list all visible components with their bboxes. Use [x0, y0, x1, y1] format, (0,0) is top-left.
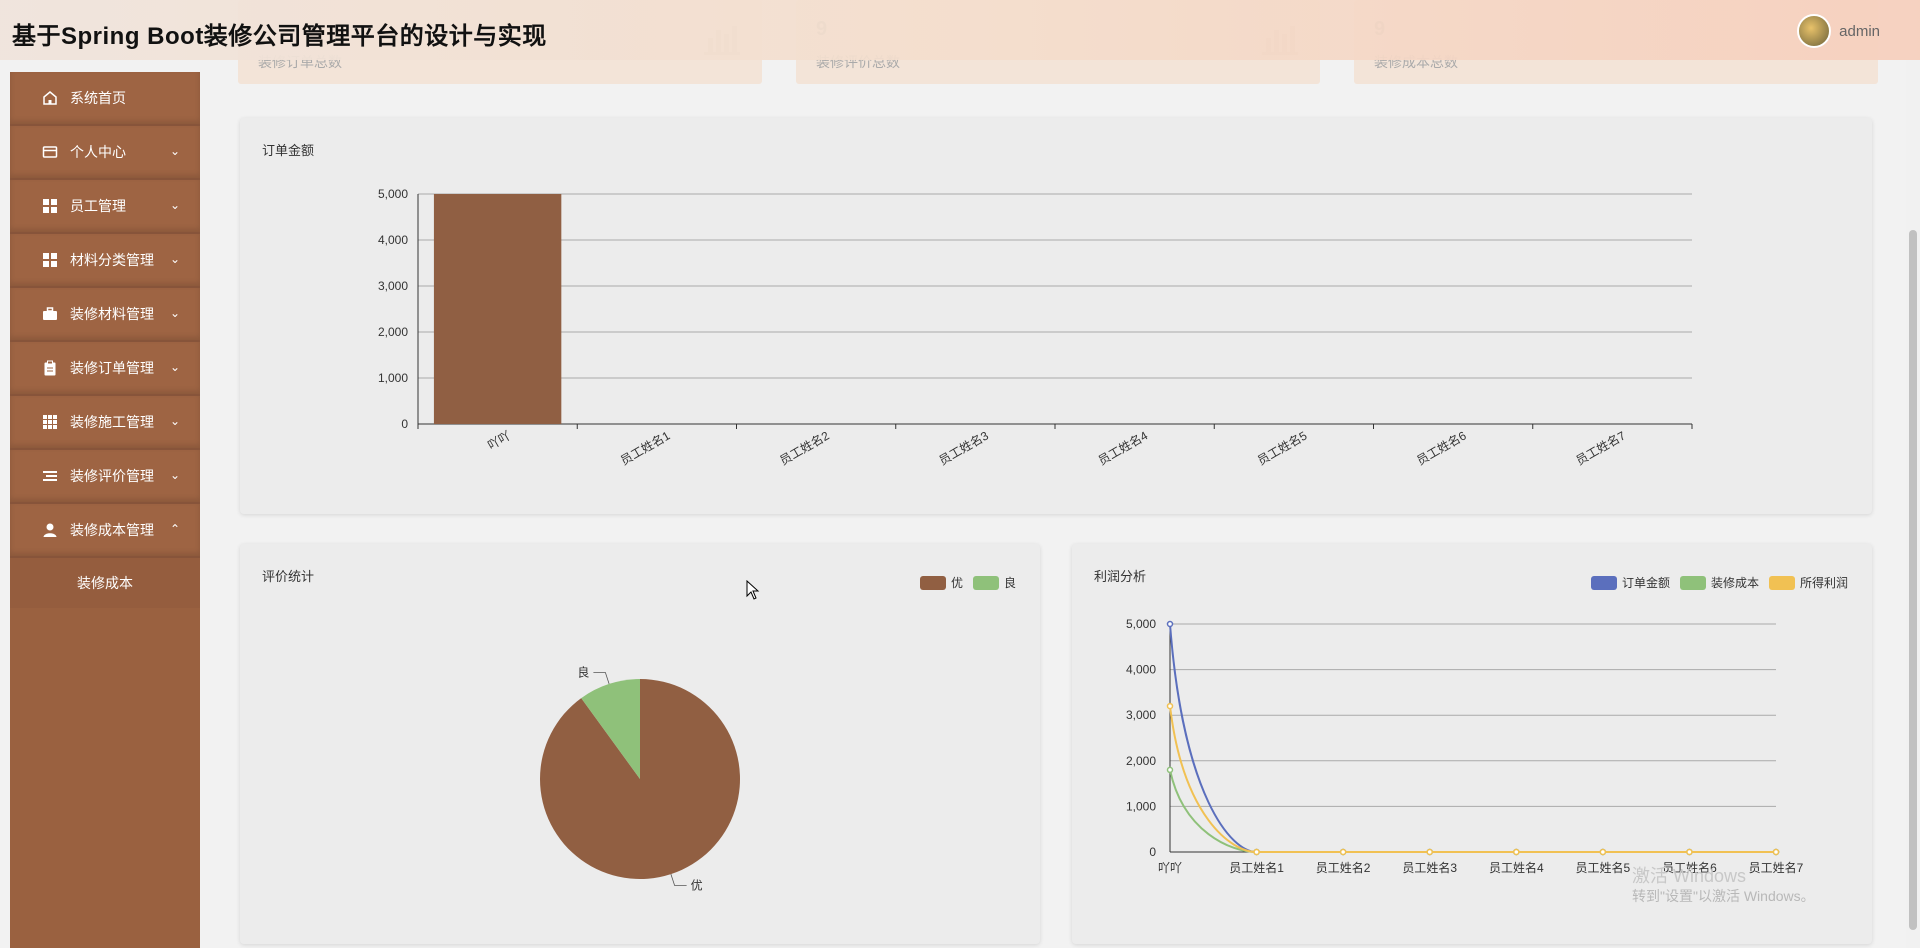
list-icon: [42, 468, 58, 484]
chevron-down-icon: ⌄: [169, 306, 180, 320]
profit-line-chart: 0 1,000 2,000 3,000 4,000 5,000 吖吖 员工姓名1 员工姓名2 员工…: [1126, 617, 1804, 875]
x-tick-label: 员工姓名7: [1573, 427, 1628, 467]
sidebar-item-label: 装修评价管理: [70, 468, 154, 484]
sidebar-item-staff[interactable]: 员工管理 ⌄: [10, 180, 200, 234]
x-tick-label: 员工姓名3: [1402, 860, 1457, 875]
avatar[interactable]: [1797, 14, 1832, 48]
user-icon: [42, 522, 58, 538]
grid-icon: [42, 252, 58, 268]
sidebar-item-material-category[interactable]: 材料分类管理 ⌄: [10, 234, 200, 288]
sidebar-item-reviews[interactable]: 装修评价管理 ⌄: [10, 450, 200, 504]
sidebar-item-orders[interactable]: 装修订单管理 ⌄: [10, 342, 200, 396]
pie-label: 良: [577, 664, 589, 679]
pie-label: 优: [691, 879, 703, 893]
order-amount-chart: 0 1,000 2,000 3,000 4,000 5,000 吖吖 员工姓名1 员工姓名2 员工…: [378, 187, 1693, 468]
y-tick-label: 1,000: [1126, 799, 1156, 813]
series-line: [1169, 705, 1776, 853]
chevron-down-icon: ⌄: [169, 360, 180, 374]
windows-activation-hint: 转到"设置"以激活 Windows。: [1632, 888, 1815, 904]
y-tick-label: 2,000: [1126, 754, 1156, 768]
bar: [433, 194, 562, 424]
y-tick-label: 5,000: [1126, 617, 1156, 631]
grid-icon: [42, 198, 58, 214]
sidebar-item-label: 员工管理: [70, 198, 126, 214]
y-tick-label: 1,000: [378, 371, 408, 385]
scroll-thumb[interactable]: [1909, 230, 1917, 930]
data-point: [1772, 848, 1780, 856]
order-amount-panel: 订单金额 0 1,000 2,000 3,000 4,000 5,000 吖吖 员工姓名1 员工…: [240, 118, 1872, 514]
y-tick-label: 0: [1149, 845, 1156, 859]
sidebar: 系统首页 个人中心 ⌄ 员工管理 ⌄ 材料分类管理 ⌄ 装修材料管理 ⌄ 装修订…: [10, 72, 200, 948]
sidebar-subitem-cost[interactable]: 装修成本: [10, 558, 200, 608]
sidebar-item-construction[interactable]: 装修施工管理 ⌄: [10, 396, 200, 450]
sidebar-item-label: 装修订单管理: [70, 360, 154, 376]
clipboard-icon: [42, 360, 58, 376]
series-line: [1169, 623, 1776, 853]
data-point: [1339, 848, 1347, 856]
chevron-down-icon: ⌄: [169, 252, 180, 266]
sidebar-item-label: 材料分类管理: [70, 252, 154, 268]
x-tick-label: 员工姓名5: [1255, 427, 1310, 467]
series-line: [1169, 769, 1776, 853]
user-name[interactable]: admin: [1839, 23, 1880, 40]
y-tick-label: 4,000: [1126, 663, 1156, 677]
data-point: [1166, 620, 1174, 628]
x-tick-label: 员工姓名2: [1316, 860, 1371, 875]
app-title: 基于Spring Boot装修公司管理平台的设计与实现: [12, 23, 547, 50]
mouse-cursor-icon: [746, 580, 760, 600]
data-point: [1426, 848, 1433, 856]
y-tick-label: 3,000: [378, 279, 408, 293]
sidebar-item-costs[interactable]: 装修成本管理 ⌃: [10, 504, 200, 558]
chevron-down-icon: ⌄: [169, 414, 180, 428]
chevron-down-icon: ⌄: [169, 468, 180, 482]
windows-activation-watermark: 激活 Windows: [1632, 866, 1747, 886]
y-tick-label: 0: [401, 417, 408, 431]
sidebar-item-profile[interactable]: 个人中心 ⌄: [10, 126, 200, 180]
scrollbar[interactable]: [1906, 60, 1920, 948]
data-point: [1253, 848, 1260, 856]
y-tick-label: 3,000: [1126, 708, 1156, 722]
y-tick-label: 2,000: [378, 325, 408, 339]
top-header: 基于Spring Boot装修公司管理平台的设计与实现 admin: [0, 0, 1920, 60]
profit-panel: 利润分析 订单金额 装修成本 所得利润 0 1,000 2,000 3,000 4,000 5…: [1072, 544, 1872, 944]
x-tick-label: 员工姓名7: [1749, 860, 1804, 875]
sidebar-item-label: 装修施工管理: [70, 414, 154, 430]
x-tick-label: 员工姓名1: [1229, 860, 1284, 875]
apps-icon: [42, 414, 58, 430]
briefcase-icon: [42, 306, 58, 322]
x-tick-label: 员工姓名5: [1576, 860, 1631, 875]
y-tick-label: 5,000: [378, 187, 408, 201]
home-icon: [42, 90, 58, 106]
chevron-up-icon: ⌃: [169, 522, 180, 536]
sidebar-item-home[interactable]: 系统首页: [10, 72, 200, 126]
sidebar-item-label: 装修成本管理: [70, 522, 154, 538]
sidebar-item-label: 装修材料管理: [70, 306, 154, 322]
x-tick-label: 员工姓名1: [618, 427, 673, 467]
data-point: [1599, 848, 1607, 856]
data-point: [1513, 848, 1520, 856]
x-tick-label: 员工姓名3: [936, 427, 991, 467]
data-point: [1166, 766, 1174, 774]
x-tick-label: 吖吖: [485, 428, 513, 452]
y-tick-label: 4,000: [378, 233, 408, 247]
x-tick-label: 吖吖: [1158, 861, 1182, 875]
x-tick-label: 员工姓名6: [1414, 427, 1469, 467]
sidebar-item-materials[interactable]: 装修材料管理 ⌄: [10, 288, 200, 342]
x-tick-label: 员工姓名4: [1489, 860, 1544, 875]
rating-panel: 评价统计 优良 优良: [240, 544, 1040, 944]
data-point: [1166, 702, 1174, 710]
user-menu[interactable]: admin: [1797, 14, 1880, 48]
x-tick-label: 员工姓名2: [777, 427, 832, 467]
pie-label-line: [593, 672, 610, 685]
sidebar-item-label: 系统首页: [70, 90, 126, 106]
pie-label-line: [670, 873, 687, 886]
wallet-icon: [42, 144, 58, 160]
rating-pie-chart: 优良: [540, 664, 740, 893]
chevron-down-icon: ⌄: [169, 198, 180, 212]
x-tick-label: 员工姓名4: [1095, 427, 1150, 467]
chevron-down-icon: ⌄: [169, 144, 180, 158]
data-point: [1686, 848, 1693, 856]
sidebar-item-label: 个人中心: [70, 144, 126, 160]
